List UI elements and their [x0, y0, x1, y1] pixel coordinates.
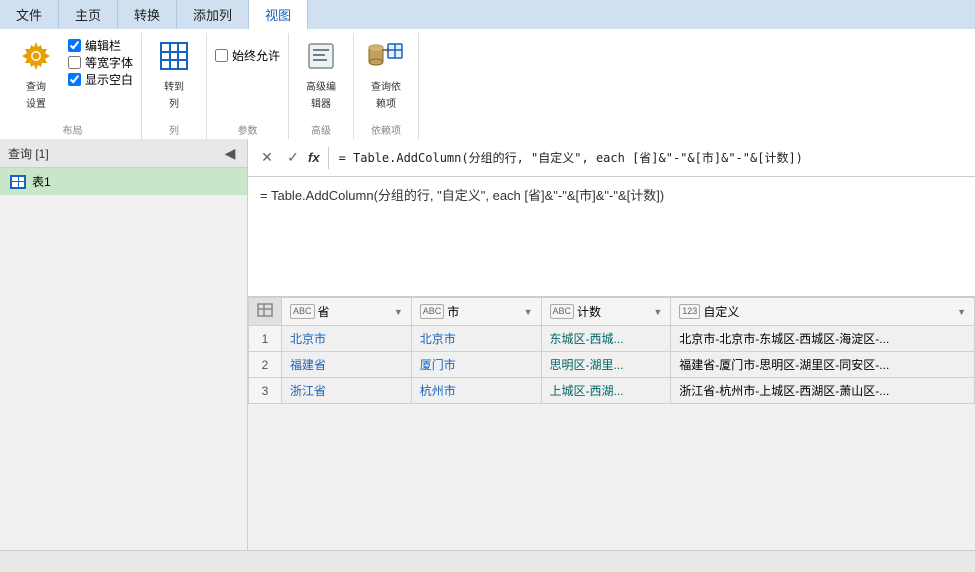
col-dropdown-count[interactable]: ▼ — [653, 307, 662, 317]
goto-column-label2: 列 — [169, 95, 179, 110]
left-panel-header: 查询 [1] ◀ — [0, 139, 247, 168]
table-icon — [10, 175, 26, 189]
formula-bar: ✕ ✓ fx — [248, 139, 975, 177]
formula-text: = Table.AddColumn(分组的行, "自定义", each [省]&… — [260, 188, 664, 203]
ribbon: 查询 设置 编辑栏 等宽字体 显示空白 布局 — [0, 29, 975, 139]
group-column-label: 列 — [150, 120, 198, 137]
cell-city-3[interactable]: 杭州市 — [411, 378, 541, 404]
collapse-button[interactable]: ◀ — [221, 144, 239, 162]
dependencies-icon — [368, 40, 404, 76]
left-panel: 查询 [1] ◀ 表1 — [0, 139, 248, 550]
cell-city-1[interactable]: 北京市 — [411, 326, 541, 352]
always-allow-checkbox[interactable]: 始终允许 — [215, 47, 280, 64]
goto-column-button[interactable]: 转到 列 — [150, 37, 198, 113]
group-layout-label: 布局 — [12, 120, 133, 137]
group-dependencies: 查询依 赖项 依赖项 — [354, 33, 419, 139]
dependencies-label1: 查询依 — [371, 78, 401, 93]
table-row: 2 福建省 厦门市 思明区-湖里... 福建省-厦门市-思明区-湖里区-同安区-… — [249, 352, 975, 378]
group-advanced: 高级编 辑器 高级 — [289, 33, 354, 139]
col-header-custom[interactable]: 123 自定义 ▼ — [671, 298, 975, 326]
advanced-editor-button[interactable]: 高级编 辑器 — [297, 37, 345, 113]
col-name-count: 计数 — [577, 303, 601, 320]
cell-count-2[interactable]: 思明区-湖里... — [541, 352, 671, 378]
ribbon-tabs: 文件 主页 转换 添加列 视图 — [0, 0, 975, 29]
data-table: ABC 省 ▼ ABC 市 ▼ — [248, 297, 975, 404]
query-dependencies-button[interactable]: 查询依 赖项 — [362, 37, 410, 113]
advanced-editor-icon — [305, 40, 337, 76]
tab-file[interactable]: 文件 — [0, 0, 59, 29]
group-layout: 查询 设置 编辑栏 等宽字体 显示空白 布局 — [4, 33, 142, 139]
layout-checkboxes: 编辑栏 等宽字体 显示空白 — [68, 37, 133, 88]
col-type-province: ABC — [290, 304, 315, 319]
formula-cancel-button[interactable]: ✕ — [256, 147, 278, 169]
row-num-1: 1 — [249, 326, 282, 352]
query-settings-label1: 查询 — [26, 78, 46, 93]
group-advanced-label: 高级 — [297, 120, 345, 137]
editor-area: 查询 [1] ◀ 表1 ✕ ✓ fx — [0, 139, 975, 550]
cell-custom-3[interactable]: 浙江省-杭州市-上城区-西湖区-萧山区-... — [671, 378, 975, 404]
table-row: 1 北京市 北京市 东城区-西城... 北京市-北京市-东城区-西城区-海淀区-… — [249, 326, 975, 352]
query-settings-label2: 设置 — [26, 95, 46, 110]
cell-province-1[interactable]: 北京市 — [282, 326, 412, 352]
monospace-checkbox[interactable]: 等宽字体 — [68, 54, 133, 71]
goto-column-label1: 转到 — [164, 78, 184, 93]
cell-custom-2[interactable]: 福建省-厦门市-思明区-湖里区-同安区-... — [671, 352, 975, 378]
tab-transform[interactable]: 转换 — [118, 0, 177, 29]
col-dropdown-city[interactable]: ▼ — [524, 307, 533, 317]
fx-label: fx — [308, 150, 320, 165]
query-settings-button[interactable]: 查询 设置 — [12, 37, 60, 113]
formula-buttons: ✕ ✓ fx — [248, 147, 329, 169]
cell-city-2[interactable]: 厦门市 — [411, 352, 541, 378]
col-type-custom: 123 — [679, 304, 700, 319]
gear-icon — [20, 40, 52, 76]
tab-view[interactable]: 视图 — [249, 0, 308, 29]
show-whitespace-checkbox[interactable]: 显示空白 — [68, 71, 133, 88]
group-params-label: 参数 — [215, 120, 280, 137]
col-header-city[interactable]: ABC 市 ▼ — [411, 298, 541, 326]
advanced-editor-label1: 高级编 — [306, 78, 336, 93]
col-header-count[interactable]: ABC 计数 ▼ — [541, 298, 671, 326]
cell-province-2[interactable]: 福建省 — [282, 352, 412, 378]
col-name-city: 市 — [447, 303, 459, 320]
advanced-editor-label2: 辑器 — [311, 95, 331, 110]
col-name-province: 省 — [318, 303, 330, 320]
grid-icon — [158, 40, 190, 76]
sidebar-item-table1[interactable]: 表1 — [0, 168, 247, 195]
right-panel: ✕ ✓ fx = Table.AddColumn(分组的行, "自定义", ea… — [248, 139, 975, 550]
cell-province-3[interactable]: 浙江省 — [282, 378, 412, 404]
col-type-count: ABC — [550, 304, 575, 319]
col-dropdown-custom[interactable]: ▼ — [957, 307, 966, 317]
cell-custom-1[interactable]: 北京市-北京市-东城区-西城区-海淀区-... — [671, 326, 975, 352]
col-name-custom: 自定义 — [703, 303, 739, 320]
row-num-2: 2 — [249, 352, 282, 378]
sidebar-item-label: 表1 — [32, 173, 51, 190]
row-num-3: 3 — [249, 378, 282, 404]
tab-home[interactable]: 主页 — [59, 0, 118, 29]
editbar-checkbox[interactable]: 编辑栏 — [68, 37, 133, 54]
sidebar-header-label: 查询 [1] — [8, 145, 49, 162]
table-header-row: ABC 省 ▼ ABC 市 ▼ — [249, 298, 975, 326]
col-dropdown-province[interactable]: ▼ — [394, 307, 403, 317]
table-row: 3 浙江省 杭州市 上城区-西湖... 浙江省-杭州市-上城区-西湖区-萧山区-… — [249, 378, 975, 404]
cell-count-1[interactable]: 东城区-西城... — [541, 326, 671, 352]
cell-count-3[interactable]: 上城区-西湖... — [541, 378, 671, 404]
group-params: 始终允许 参数 — [207, 33, 289, 139]
corner-header — [249, 298, 282, 326]
group-column: 转到 列 列 — [142, 33, 207, 139]
col-type-city: ABC — [420, 304, 445, 319]
formula-input[interactable] — [329, 147, 975, 169]
status-bar — [0, 550, 975, 572]
app: 文件 主页 转换 添加列 视图 查询 — [0, 0, 975, 572]
formula-editor[interactable]: = Table.AddColumn(分组的行, "自定义", each [省]&… — [248, 177, 975, 297]
col-header-province[interactable]: ABC 省 ▼ — [282, 298, 412, 326]
formula-accept-button[interactable]: ✓ — [282, 147, 304, 169]
data-grid[interactable]: ABC 省 ▼ ABC 市 ▼ — [248, 297, 975, 550]
group-dependencies-label: 依赖项 — [362, 120, 410, 137]
tab-add-column[interactable]: 添加列 — [177, 0, 249, 29]
dependencies-label2: 赖项 — [376, 95, 396, 110]
